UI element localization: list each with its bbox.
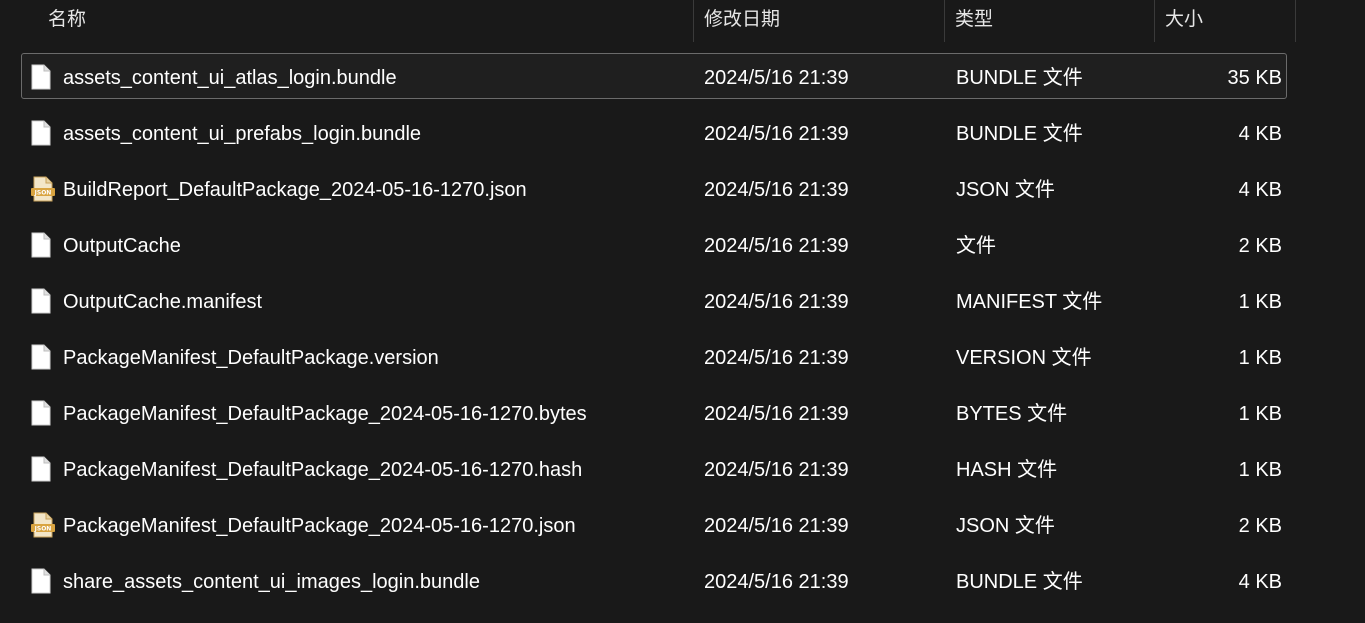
column-header-type[interactable]: 类型 <box>945 0 1155 42</box>
file-row[interactable]: PackageManifest_DefaultPackage.version 20… <box>0 330 1296 386</box>
column-divider[interactable] <box>1295 0 1296 42</box>
file-name: PackageManifest_DefaultPackage.version <box>63 347 439 369</box>
file-row[interactable]: assets_content_ui_atlas_login.bundle 2024… <box>0 50 1296 106</box>
file-type: BUNDLE 文件 <box>956 67 1083 89</box>
generic-file-icon <box>31 288 51 314</box>
column-header-type-label: 类型 <box>955 9 994 30</box>
file-type: BUNDLE 文件 <box>956 123 1083 145</box>
file-size: 1 KB <box>1238 459 1282 481</box>
file-name: PackageManifest_DefaultPackage_2024-05-1… <box>63 459 583 481</box>
file-row[interactable]: OutputCache 2024/5/16 21:39 文件 2 KB <box>0 218 1296 274</box>
column-header-date[interactable]: 修改日期 <box>694 0 945 42</box>
file-name: OutputCache <box>63 235 181 257</box>
file-size: 1 KB <box>1238 291 1282 313</box>
file-name: assets_content_ui_prefabs_login.bundle <box>63 123 422 145</box>
file-size: 35 KB <box>1227 67 1282 89</box>
column-header-name-label: 名称 <box>48 9 87 30</box>
file-type: JSON 文件 <box>956 515 1055 537</box>
file-size: 2 KB <box>1238 515 1282 537</box>
file-row[interactable]: JSON PackageManifest_DefaultPackage_2024-… <box>0 498 1296 554</box>
file-modified-date: 2024/5/16 21:39 <box>704 515 849 537</box>
file-size: 4 KB <box>1238 571 1282 593</box>
generic-file-icon <box>31 232 51 258</box>
file-name: PackageManifest_DefaultPackage_2024-05-1… <box>63 403 587 425</box>
file-modified-date: 2024/5/16 21:39 <box>704 571 849 593</box>
file-type: BUNDLE 文件 <box>956 571 1083 593</box>
column-header-size-label: 大小 <box>1165 9 1204 30</box>
file-size: 4 KB <box>1238 123 1282 145</box>
column-header-bar: 名称 ^ 修改日期 类型 大小 <box>0 0 1296 42</box>
file-name: BuildReport_DefaultPackage_2024-05-16-12… <box>63 179 527 201</box>
file-modified-date: 2024/5/16 21:39 <box>704 123 849 145</box>
file-row[interactable]: PackageManifest_DefaultPackage_2024-05-1… <box>0 442 1296 498</box>
file-size: 4 KB <box>1238 179 1282 201</box>
file-modified-date: 2024/5/16 21:39 <box>704 347 849 369</box>
file-type: MANIFEST 文件 <box>956 291 1103 313</box>
file-modified-date: 2024/5/16 21:39 <box>704 291 849 313</box>
generic-file-icon <box>31 568 51 594</box>
json-file-icon: JSON <box>31 176 55 202</box>
file-modified-date: 2024/5/16 21:39 <box>704 235 849 257</box>
file-modified-date: 2024/5/16 21:39 <box>704 403 849 425</box>
file-name: OutputCache.manifest <box>63 291 262 313</box>
column-header-name[interactable]: 名称 ^ <box>0 0 694 42</box>
file-name: assets_content_ui_atlas_login.bundle <box>63 67 397 89</box>
file-size: 1 KB <box>1238 347 1282 369</box>
file-type: HASH 文件 <box>956 459 1058 481</box>
json-icon-text: JSON <box>34 526 52 533</box>
file-modified-date: 2024/5/16 21:39 <box>704 179 849 201</box>
file-rows: assets_content_ui_atlas_login.bundle 2024… <box>0 50 1296 610</box>
file-type: JSON 文件 <box>956 179 1055 201</box>
file-row[interactable]: assets_content_ui_prefabs_login.bundle 20… <box>0 106 1296 162</box>
file-name: PackageManifest_DefaultPackage_2024-05-1… <box>63 515 576 537</box>
generic-file-icon <box>31 120 51 146</box>
file-row[interactable]: PackageManifest_DefaultPackage_2024-05-1… <box>0 386 1296 442</box>
file-list-view: 名称 ^ 修改日期 类型 大小 assets_content_ui_atlas_… <box>0 0 1365 623</box>
file-size: 2 KB <box>1238 235 1282 257</box>
generic-file-icon <box>31 400 51 426</box>
file-modified-date: 2024/5/16 21:39 <box>704 459 849 481</box>
file-type: 文件 <box>956 235 996 257</box>
file-row[interactable]: OutputCache.manifest 2024/5/16 21:39 MANIF… <box>0 274 1296 330</box>
generic-file-icon <box>31 64 51 90</box>
sort-ascending-icon: ^ <box>358 0 364 3</box>
column-header-size[interactable]: 大小 <box>1155 0 1296 42</box>
file-size: 1 KB <box>1238 403 1282 425</box>
file-type: BYTES 文件 <box>956 403 1068 425</box>
json-icon-text: JSON <box>34 190 52 197</box>
file-row[interactable]: share_assets_content_ui_images_login.bun… <box>0 554 1296 610</box>
file-modified-date: 2024/5/16 21:39 <box>704 67 849 89</box>
json-file-icon: JSON <box>31 512 55 538</box>
file-name: share_assets_content_ui_images_login.bun… <box>63 571 480 593</box>
column-header-date-label: 修改日期 <box>704 9 781 30</box>
file-row[interactable]: JSON BuildReport_DefaultPackage_2024-05-1… <box>0 162 1296 218</box>
generic-file-icon <box>31 344 51 370</box>
file-type: VERSION 文件 <box>956 347 1092 369</box>
generic-file-icon <box>31 456 51 482</box>
